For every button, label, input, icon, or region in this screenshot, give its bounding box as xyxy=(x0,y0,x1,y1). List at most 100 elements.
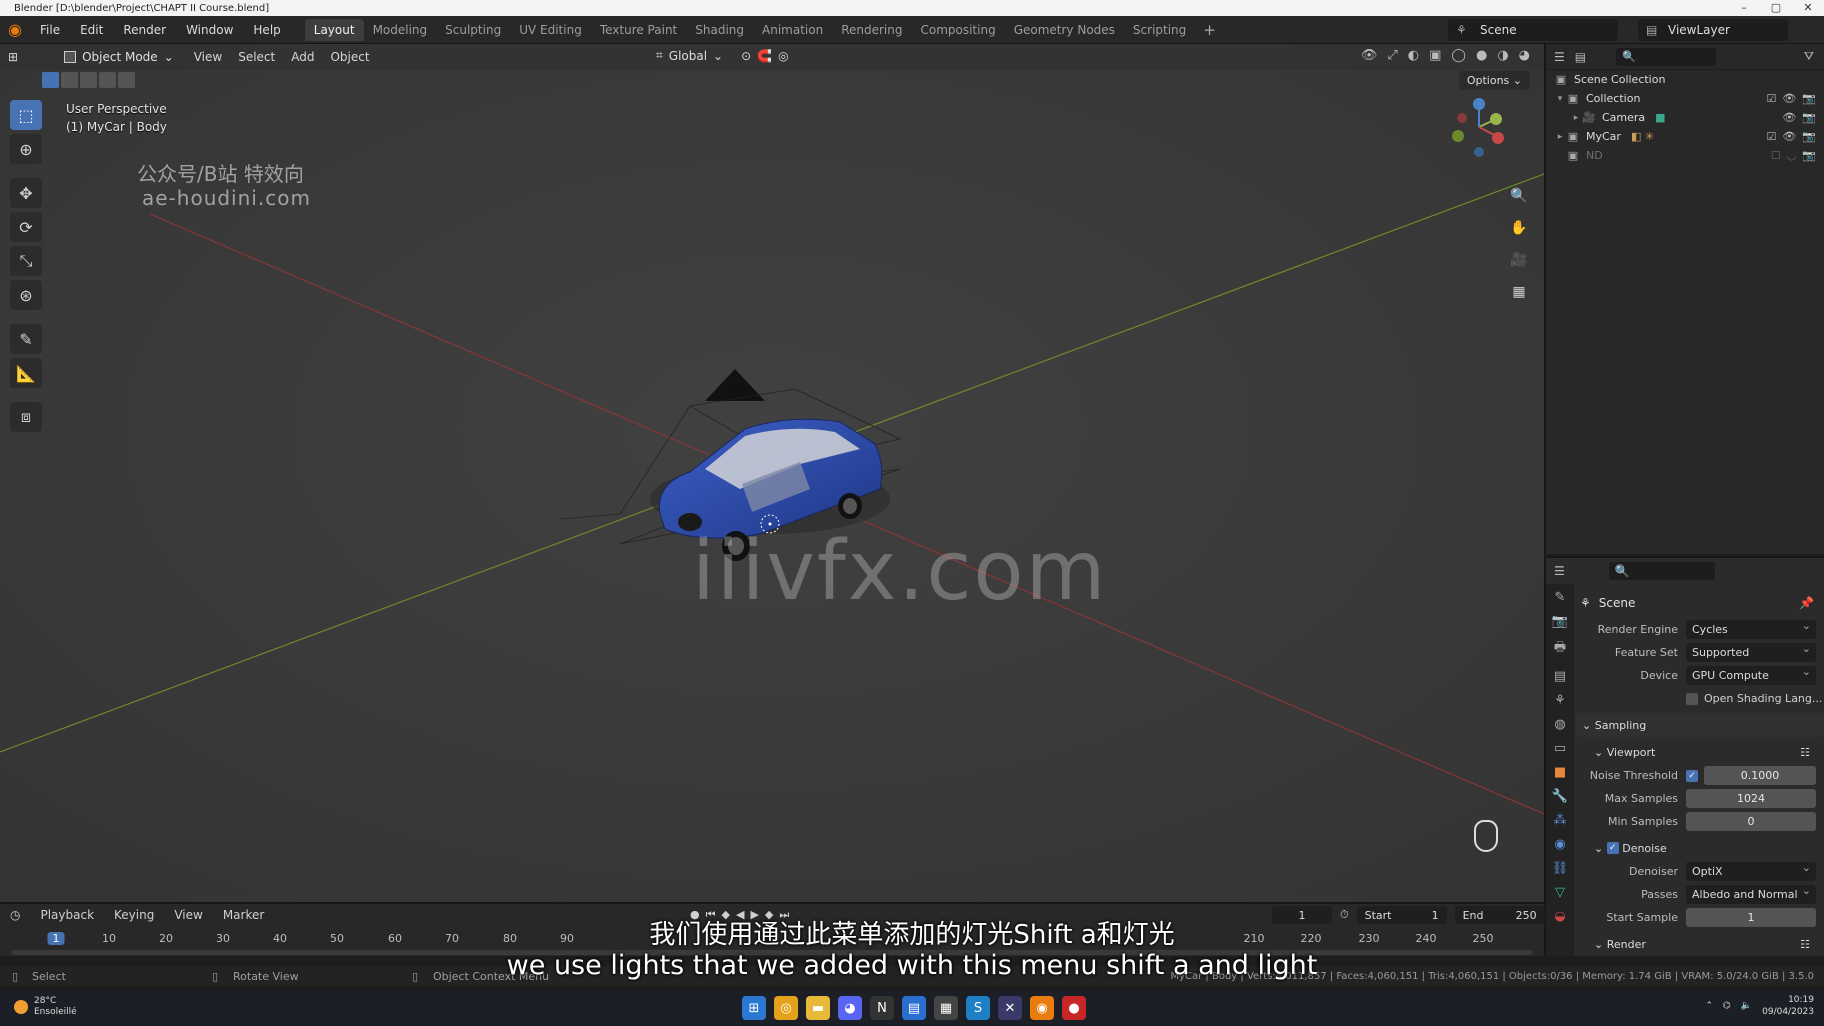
solid-shading-icon[interactable]: ● xyxy=(1476,48,1487,63)
select-menu[interactable]: Select xyxy=(230,50,283,64)
playhead-frame[interactable]: 1 xyxy=(47,932,65,945)
timeline-ruler[interactable]: 1 10 20 30 40 50 60 70 80 90 210 220 230… xyxy=(0,930,1544,948)
menu-render[interactable]: Render xyxy=(113,16,176,44)
presets-list-icon[interactable]: ☷ xyxy=(1800,746,1810,759)
tab-sculpting[interactable]: Sculpting xyxy=(436,19,510,41)
select-invert-icon[interactable] xyxy=(99,72,116,88)
overlays-icon[interactable]: ◐ xyxy=(1408,48,1419,63)
transform-tool-icon[interactable]: ⊛ xyxy=(10,280,42,310)
cursor-tool-icon[interactable]: ⊕ xyxy=(10,134,42,164)
timeline-scrollbar[interactable] xyxy=(12,950,1532,955)
add-menu[interactable]: Add xyxy=(283,50,322,64)
pivot-icon[interactable]: ⊙ xyxy=(741,49,751,63)
display-mode-icon[interactable]: ▤ xyxy=(1575,50,1586,64)
start-sample-field[interactable]: 1 xyxy=(1686,908,1816,927)
render-engine-dropdown[interactable]: Cycles xyxy=(1686,619,1816,639)
measure-tool-icon[interactable]: 📐 xyxy=(10,358,42,388)
timeline-view-menu[interactable]: View xyxy=(164,908,212,922)
select-subtract-icon[interactable] xyxy=(80,72,97,88)
gizmo-toggle-icon[interactable]: ⤢ xyxy=(1387,48,1397,63)
rendered-shading-icon[interactable]: ◕ xyxy=(1519,48,1530,63)
eye-icon[interactable]: 👁 xyxy=(1782,111,1796,124)
outliner-item-mycar[interactable]: ▸ ▣ MyCar ◧ ✳ ☑ 👁 📷 xyxy=(1546,127,1824,146)
physics-tab-icon[interactable]: ◉ xyxy=(1554,837,1565,852)
tab-texture-paint[interactable]: Texture Paint xyxy=(591,19,686,41)
jump-end-icon[interactable]: ⏭ xyxy=(779,908,789,922)
tab-scripting[interactable]: Scripting xyxy=(1124,19,1195,41)
constraints-tab-icon[interactable]: ⛓ xyxy=(1552,861,1569,876)
sampling-section-header[interactable]: ⌄ Sampling xyxy=(1576,713,1824,737)
jump-start-icon[interactable]: ⏮ xyxy=(706,908,716,922)
start-menu-icon[interactable]: ⊞ xyxy=(742,996,766,1020)
object-mode-dropdown[interactable]: Object Mode ⌄ xyxy=(64,50,174,64)
outliner-item-nd[interactable]: ▣ ND ☐ ◡ 📷 xyxy=(1546,146,1824,165)
play-icon[interactable]: ▶ xyxy=(750,908,758,922)
tab-animation[interactable]: Animation xyxy=(753,19,832,41)
zoom-icon[interactable]: 🔍 xyxy=(1506,184,1532,208)
render-tab-icon[interactable]: 📷 xyxy=(1552,614,1568,629)
render-camera-icon[interactable]: 📷 xyxy=(1802,92,1816,105)
volume-icon[interactable]: 🔈 xyxy=(1741,1001,1752,1011)
stopwatch-icon[interactable]: ⏱ xyxy=(1340,908,1349,922)
max-samples-field[interactable]: 1024 xyxy=(1686,789,1816,808)
data-tab-icon[interactable]: ▽ xyxy=(1555,885,1565,900)
tool-tab-icon[interactable]: ✎ xyxy=(1555,590,1566,605)
next-keyframe-icon[interactable]: ◆ xyxy=(765,908,773,922)
transform-orientation-dropdown[interactable]: ⌗ Global ⌄ ⊙ 🧲 ◎ xyxy=(656,48,789,63)
menu-edit[interactable]: Edit xyxy=(70,16,113,44)
outliner-item-camera[interactable]: ▸ 🎥 Camera ■ 👁 📷 xyxy=(1546,108,1824,127)
checkbox-icon[interactable]: ☑ xyxy=(1766,130,1776,143)
eye-icon[interactable]: 👁 xyxy=(1782,92,1796,105)
denoiser-dropdown[interactable]: OptiX xyxy=(1686,861,1816,881)
pin-icon[interactable]: 📌 xyxy=(1799,596,1814,610)
denoise-subsection-header[interactable]: ⌄ ✓ Denoise xyxy=(1576,836,1824,860)
app-icon[interactable]: ▤ xyxy=(902,996,926,1020)
particles-tab-icon[interactable]: ⁂ xyxy=(1554,813,1567,828)
object-tab-icon[interactable]: ■ xyxy=(1554,765,1566,780)
close-icon[interactable]: ✕ xyxy=(1792,0,1824,16)
skype-icon[interactable]: S xyxy=(966,996,990,1020)
notion-icon[interactable]: N xyxy=(870,996,894,1020)
network-icon[interactable]: ⌬ xyxy=(1723,1001,1731,1011)
obs-recording-icon[interactable]: ● xyxy=(1062,996,1086,1020)
tab-uv-editing[interactable]: UV Editing xyxy=(510,19,591,41)
view-layer-selector[interactable]: ▤ ViewLayer xyxy=(1638,19,1788,41)
editor-type-icon[interactable]: ⊞ xyxy=(0,50,26,64)
keying-menu[interactable]: Keying xyxy=(104,908,164,922)
modifier-tab-icon[interactable]: 🔧 xyxy=(1552,789,1568,804)
visibility-icon[interactable]: 👁 xyxy=(1361,48,1378,63)
outliner-item-collection[interactable]: ▾ ▣ Collection ☑ 👁 📷 xyxy=(1546,89,1824,108)
select-box-tool-icon[interactable]: ⬚ xyxy=(10,100,42,130)
viewport-subsection-header[interactable]: ⌄ Viewport ☷ xyxy=(1576,740,1824,764)
select-new-icon[interactable] xyxy=(42,72,59,88)
material-tab-icon[interactable]: ◒ xyxy=(1554,909,1565,924)
minimize-icon[interactable]: – xyxy=(1728,0,1760,16)
calculator-icon[interactable]: ▦ xyxy=(934,996,958,1020)
timeline-editor-icon[interactable]: ◷ xyxy=(0,908,30,922)
scene-selector[interactable]: ⚘ Scene xyxy=(1448,19,1618,41)
blender-taskbar-icon[interactable]: ◉ xyxy=(1030,996,1054,1020)
device-dropdown[interactable]: GPU Compute xyxy=(1686,665,1816,685)
menu-help[interactable]: Help xyxy=(243,16,290,44)
tab-shading[interactable]: Shading xyxy=(686,19,753,41)
tab-layout[interactable]: Layout xyxy=(304,18,364,41)
expand-chevron-icon[interactable]: ▸ xyxy=(1554,132,1566,142)
render-camera-icon[interactable]: 📷 xyxy=(1802,130,1816,143)
checkbox-icon[interactable]: ☐ xyxy=(1771,149,1781,162)
expand-chevron-icon[interactable]: ▾ xyxy=(1554,94,1566,104)
view-layer-tab-icon[interactable]: ▤ xyxy=(1554,669,1566,684)
current-frame-field[interactable]: 1 xyxy=(1272,906,1332,924)
playback-menu[interactable]: Playback xyxy=(30,908,104,922)
gizmo-neg-z-icon[interactable] xyxy=(1474,147,1484,157)
render-camera-icon[interactable]: 📷 xyxy=(1802,111,1816,124)
min-samples-field[interactable]: 0 xyxy=(1686,812,1816,831)
app-icon[interactable]: ✕ xyxy=(998,996,1022,1020)
tab-modeling[interactable]: Modeling xyxy=(364,19,437,41)
play-reverse-icon[interactable]: ◀ xyxy=(736,908,744,922)
world-tab-icon[interactable]: ◍ xyxy=(1554,717,1565,732)
gizmo-neg-x-icon[interactable] xyxy=(1457,113,1467,123)
wireframe-shading-icon[interactable]: ◯ xyxy=(1451,48,1466,63)
file-explorer-icon[interactable]: ▬ xyxy=(806,996,830,1020)
noise-threshold-checkbox[interactable]: ✓ xyxy=(1686,769,1698,782)
select-extend-icon[interactable] xyxy=(61,72,78,88)
